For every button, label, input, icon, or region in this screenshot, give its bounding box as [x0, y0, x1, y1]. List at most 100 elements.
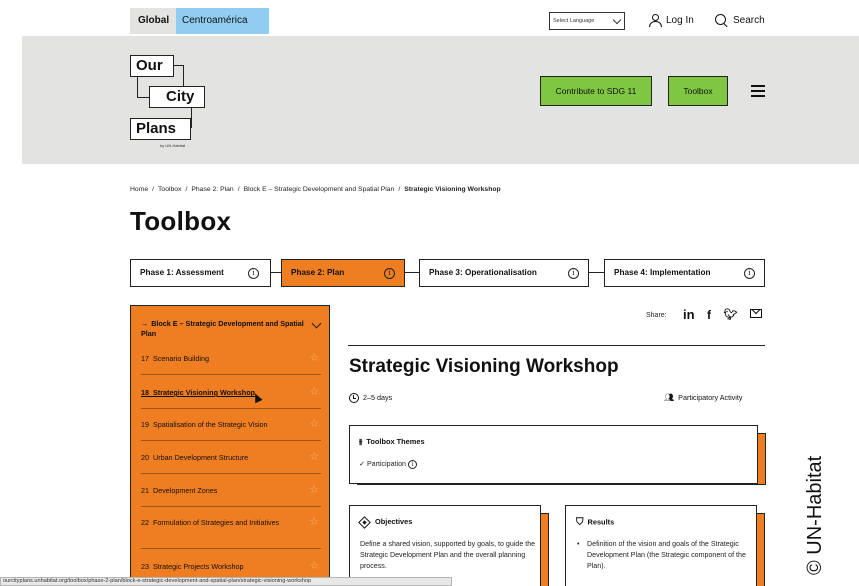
sidebar-item-number: 17: [141, 354, 149, 363]
check-icon: ✓: [359, 460, 365, 468]
info-icon[interactable]: i: [384, 268, 395, 279]
logo-word-our: Our: [130, 55, 174, 77]
star-icon[interactable]: ☆: [309, 517, 319, 528]
top-bar: Global Centroamérica Select Language Log…: [0, 0, 859, 36]
sidebar-item[interactable]: 23 Strategic Projects Workshop ☆: [141, 561, 323, 572]
breadcrumb-link-block-e[interactable]: Block E – Strategic Development and Spat…: [244, 186, 395, 193]
region-tab-global[interactable]: Global: [130, 8, 176, 34]
results-text: Definition of the vision and goals of th…: [587, 540, 746, 570]
email-icon[interactable]: [749, 309, 762, 319]
phase-tab-label: Phase 1: Assessment: [140, 268, 224, 277]
theme-label[interactable]: Participation: [367, 460, 406, 468]
star-icon[interactable]: ☆: [309, 387, 319, 398]
language-select-label: Select Language: [553, 18, 595, 24]
toolbox-button[interactable]: Toolbox: [668, 76, 728, 106]
divider: [141, 548, 321, 549]
search-link[interactable]: Search: [714, 13, 765, 29]
sidebar-item-number: 22: [141, 518, 149, 527]
duration-value: 2–5 days: [363, 393, 393, 402]
shield-check-icon: ⛉: [576, 517, 584, 528]
search-icon: [714, 13, 729, 28]
logo-word-plans: Plans: [130, 118, 191, 140]
results-heading: ⛉ Results: [576, 517, 614, 528]
breadcrumb-link-toolbox[interactable]: Toolbox: [158, 186, 181, 193]
sidebar-item-label: Formulation of Strategies and Initiative…: [153, 518, 280, 527]
sidebar-block-title: Block E – Strategic Development and Spat…: [141, 319, 304, 338]
sidebar-item[interactable]: 17 Scenario Building ☆: [141, 353, 323, 364]
toolbox-themes-title: Toolbox Themes: [366, 437, 425, 446]
facebook-icon[interactable]: f: [707, 308, 711, 322]
twitter-icon[interactable]: 🐦︎: [723, 308, 737, 321]
sidebar-item-number: 20: [141, 453, 149, 462]
divider: [348, 345, 765, 346]
menu-icon[interactable]: [751, 85, 765, 97]
arrow-right-icon: →: [141, 319, 149, 328]
star-icon[interactable]: ☆: [309, 485, 319, 496]
logo-word-city: City: [149, 86, 205, 108]
chevron-down-icon[interactable]: [311, 318, 322, 329]
toolbox-themes-heading: ⫵ Toolbox Themes: [359, 437, 425, 447]
activity-type: 👥︎ Participatory Activity: [664, 393, 742, 402]
user-icon: [648, 13, 662, 28]
duration: 2–5 days: [349, 393, 393, 404]
objectives-text: Define a shared vision, supported by goa…: [360, 540, 536, 570]
contribute-sdg-button[interactable]: Contribute to SDG 11: [540, 76, 652, 106]
chevron-down-icon: [612, 15, 622, 25]
logo-line: [137, 77, 138, 97]
sidebar-item-number: 21: [141, 486, 149, 495]
region-tab-centroamerica[interactable]: Centroamérica: [176, 8, 269, 34]
linkedin-icon[interactable]: in: [683, 307, 695, 322]
theme-item: ✓ Participation i: [359, 459, 417, 470]
objectives-heading: Objectives: [358, 515, 413, 529]
breadcrumb: Home / Toolbox / Phase 2: Plan / Block E – Str…: [130, 186, 501, 193]
language-select[interactable]: Select Language: [549, 12, 625, 30]
target-icon: [358, 515, 371, 529]
objectives-title: Objectives: [375, 517, 413, 526]
sidebar-item[interactable]: 19 Spatialisation of the Strategic Visio…: [141, 419, 323, 430]
logo-line: [183, 65, 184, 87]
sidebar-block-heading[interactable]: → Block E – Strategic Development and Spa…: [141, 319, 306, 339]
clock-icon: [349, 393, 359, 404]
sidebar-item-number: 19: [141, 420, 149, 429]
info-icon[interactable]: i: [744, 268, 755, 279]
login-link[interactable]: Log In: [648, 13, 694, 29]
logo-line: [137, 97, 149, 98]
star-icon[interactable]: ☆: [309, 561, 319, 572]
sidebar-item-label: Scenario Building: [153, 354, 209, 363]
phase-connector: [271, 272, 281, 273]
sidebar-item-current[interactable]: 18 Strategic Visioning Workshop ☆: [141, 387, 323, 398]
bullet: •: [577, 540, 580, 548]
sidebar-item-number: 18: [141, 388, 149, 397]
info-icon[interactable]: i: [568, 268, 579, 279]
tab-phase-1-assessment[interactable]: Phase 1: Assessment i: [130, 259, 271, 287]
phase-tab-label: Phase 2: Plan: [291, 268, 345, 277]
results-card: ⛉ Results • Definition of the vision and …: [565, 505, 757, 586]
search-label: Search: [733, 15, 765, 27]
sidebar-item-label: Strategic Visioning Workshop: [153, 388, 255, 397]
tab-phase-2-plan[interactable]: Phase 2: Plan i: [281, 259, 405, 287]
toolbox-themes-card: ⫵ Toolbox Themes ✓ Participation i: [349, 425, 758, 484]
sidebar-item[interactable]: 22 Formulation of Strategies and Initiat…: [141, 517, 323, 528]
star-icon[interactable]: ☆: [309, 419, 319, 430]
divider: [141, 408, 321, 409]
breadcrumb-link-home[interactable]: Home: [130, 186, 148, 193]
breadcrumb-link-phase-2[interactable]: Phase 2: Plan: [191, 186, 233, 193]
sidebar-item[interactable]: 20 Urban Development Structure ☆: [141, 452, 323, 463]
tab-phase-3-operationalisation[interactable]: Phase 3: Operationalisation i: [419, 259, 589, 287]
objectives-card: Objectives Define a shared vision, suppo…: [349, 505, 541, 586]
info-icon[interactable]: i: [408, 459, 417, 469]
divider: [141, 374, 321, 375]
site-header: Our City Plans by UN-Habitat Contribute …: [22, 36, 859, 164]
tab-phase-4-implementation[interactable]: Phase 4: Implementation i: [604, 259, 765, 287]
activity-type-label: Participatory Activity: [678, 393, 743, 402]
sidebar-item[interactable]: 21 Development Zones ☆: [141, 485, 323, 496]
browser-status-bar: ourcityplans.unhabitat.org/toolbox/phase…: [0, 577, 452, 586]
star-icon[interactable]: ☆: [309, 353, 319, 364]
logo-byline: by UN-Habitat: [160, 143, 186, 148]
info-icon[interactable]: i: [248, 268, 259, 279]
divider: [141, 506, 321, 507]
breadcrumb-current: Strategic Visioning Workshop: [404, 186, 501, 193]
login-label: Log In: [666, 15, 694, 26]
star-icon[interactable]: ☆: [309, 452, 319, 463]
people-icon: 👥︎: [664, 393, 675, 402]
